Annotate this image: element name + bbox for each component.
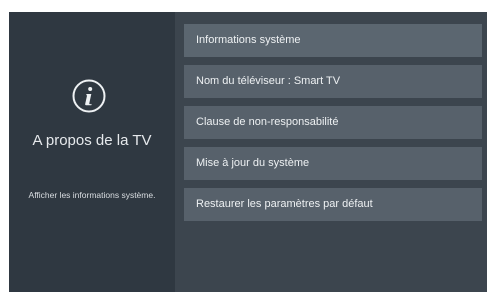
menu-item-system-info[interactable]: Informations système [184,24,482,57]
menu-item-disclaimer[interactable]: Clause de non-responsabilité [184,106,482,139]
info-circle-icon [72,79,106,113]
settings-menu: Informations système Nom du téléviseur :… [184,24,482,229]
left-panel: A propos de la TV Afficher les informati… [9,12,175,292]
menu-item-system-update[interactable]: Mise à jour du système [184,147,482,180]
right-panel: Informations système Nom du téléviseur :… [175,12,487,292]
frame: A propos de la TV Afficher les informati… [0,0,487,292]
page-description: Afficher les informations système. [28,190,156,200]
page-title: A propos de la TV [32,132,152,149]
menu-item-restore-defaults[interactable]: Restaurer les paramètres par défaut [184,188,482,221]
menu-item-tv-name[interactable]: Nom du téléviseur : Smart TV [184,65,482,98]
tv-settings-screen: A propos de la TV Afficher les informati… [9,12,487,292]
